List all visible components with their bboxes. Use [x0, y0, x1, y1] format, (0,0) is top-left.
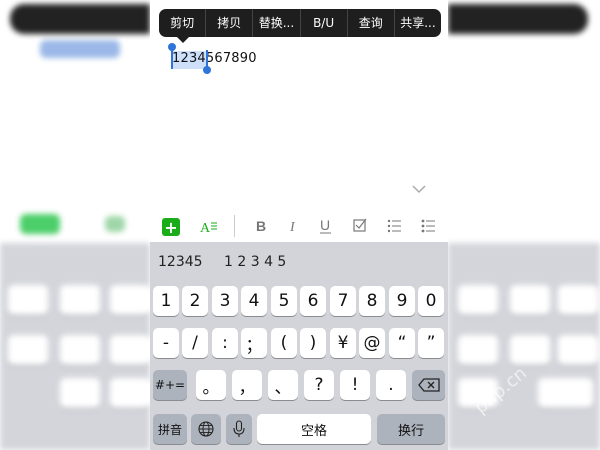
- candidate-item[interactable]: 1 2 3 4 5: [224, 254, 286, 270]
- key-comma[interactable]: ，: [232, 370, 262, 400]
- key-6[interactable]: 6: [300, 286, 326, 316]
- selection-end-handle[interactable]: [203, 66, 211, 74]
- italic-icon[interactable]: I: [286, 212, 302, 240]
- key-close-paren[interactable]: ): [300, 328, 326, 358]
- phone-screen: 剪切 拷贝 替换... B/U 查询 共享... 1234567890 + A …: [150, 0, 448, 450]
- key-more-symbols[interactable]: #+=: [153, 370, 187, 400]
- microphone-icon: [233, 420, 245, 437]
- key-full-stop[interactable]: 。: [196, 370, 226, 400]
- svg-text:I: I: [289, 220, 296, 235]
- menu-format[interactable]: B/U: [301, 9, 348, 37]
- key-open-paren[interactable]: (: [271, 328, 297, 358]
- key-4[interactable]: 4: [241, 286, 267, 316]
- key-question[interactable]: ?: [304, 370, 334, 400]
- key-enum-comma[interactable]: 、: [268, 370, 298, 400]
- key-exclaim[interactable]: !: [340, 370, 370, 400]
- key-period[interactable]: .: [376, 370, 406, 400]
- svg-text:A: A: [200, 221, 211, 236]
- key-0[interactable]: 0: [418, 286, 444, 316]
- editor-text[interactable]: 1234567890: [172, 51, 257, 66]
- key-pinyin[interactable]: 拼音: [153, 414, 187, 444]
- candidate-item[interactable]: 12345: [158, 254, 203, 270]
- text-style-icon[interactable]: A: [198, 212, 220, 240]
- key-8[interactable]: 8: [359, 286, 385, 316]
- text-context-menu: 剪切 拷贝 替换... B/U 查询 共享...: [159, 9, 441, 37]
- key-return[interactable]: 换行: [377, 414, 445, 444]
- menu-share[interactable]: 共享...: [395, 9, 441, 37]
- menu-pointer: [177, 37, 189, 43]
- key-slash[interactable]: /: [182, 328, 208, 358]
- bullet-list-icon[interactable]: [420, 212, 436, 240]
- format-toolbar: + A B I U: [150, 212, 448, 240]
- backspace-icon: [417, 378, 440, 392]
- key-yen[interactable]: ¥: [330, 328, 356, 358]
- key-at[interactable]: @: [359, 328, 385, 358]
- bold-icon[interactable]: B: [254, 212, 270, 240]
- key-9[interactable]: 9: [389, 286, 415, 316]
- key-backspace[interactable]: [412, 370, 445, 400]
- key-microphone[interactable]: [226, 414, 252, 444]
- key-2[interactable]: 2: [182, 286, 208, 316]
- menu-copy[interactable]: 拷贝: [206, 9, 254, 37]
- svg-text:U: U: [320, 217, 330, 233]
- insert-plus-icon[interactable]: +: [162, 218, 180, 237]
- key-1[interactable]: 1: [153, 286, 179, 316]
- key-globe[interactable]: [191, 414, 221, 444]
- key-close-quote[interactable]: ”: [418, 328, 444, 358]
- keyboard: 12345 1 2 3 4 5 1 2 3 4 5 6 7 8 9 0 - / …: [150, 242, 448, 450]
- svg-text:B: B: [256, 218, 266, 234]
- toolbar-divider: [234, 215, 235, 237]
- key-hyphen[interactable]: -: [153, 328, 179, 358]
- underline-icon[interactable]: U: [318, 212, 334, 240]
- key-7[interactable]: 7: [330, 286, 356, 316]
- checkbox-icon[interactable]: [352, 212, 368, 240]
- key-colon[interactable]: :: [212, 328, 238, 358]
- chevron-down-icon[interactable]: [412, 182, 426, 196]
- numbered-list-icon[interactable]: [386, 212, 402, 240]
- blurred-left-panel: [0, 0, 150, 450]
- key-open-quote[interactable]: “: [389, 328, 415, 358]
- globe-icon: [198, 421, 214, 437]
- key-5[interactable]: 5: [271, 286, 297, 316]
- key-3[interactable]: 3: [212, 286, 238, 316]
- menu-replace[interactable]: 替换...: [253, 9, 301, 37]
- menu-cut[interactable]: 剪切: [159, 9, 207, 37]
- selection-start-bar: [171, 47, 173, 69]
- key-space[interactable]: 空格: [257, 414, 371, 444]
- menu-lookup[interactable]: 查询: [348, 9, 395, 37]
- candidate-bar: 12345 1 2 3 4 5: [150, 242, 448, 282]
- key-semicolon[interactable]: ；: [241, 328, 267, 358]
